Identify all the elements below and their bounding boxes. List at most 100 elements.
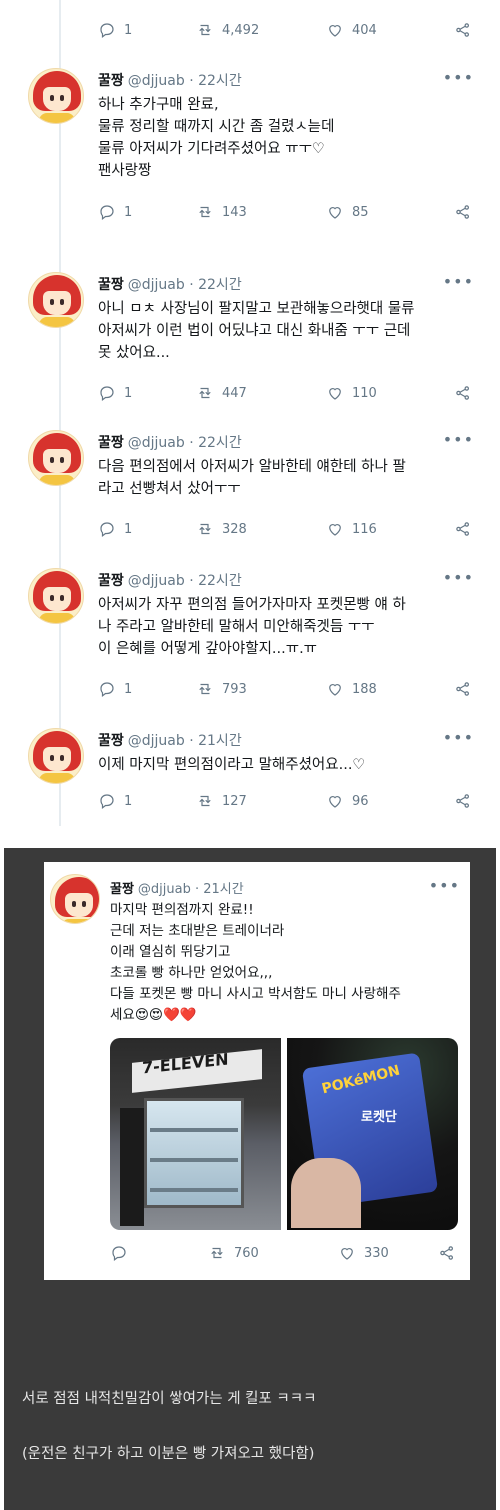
tweet[interactable]: 꿀짱 @djjuab · 22시간 ••• 아니 ㅁㅊ 사장님이 팔지말고 보관해… xyxy=(20,272,480,412)
tweet-header: 꿀짱 @djjuab · 22시간 xyxy=(98,274,242,294)
more-icon[interactable]: ••• xyxy=(443,272,474,291)
reply-icon xyxy=(100,682,114,697)
tweet-actions: 1 127 96 xyxy=(98,792,472,812)
reply-count: 1 xyxy=(124,204,133,220)
tweet-line: 다음 편의점에서 아저씨가 알바한테 얘한테 하나 팔 xyxy=(98,459,406,475)
share-icon xyxy=(456,682,470,696)
display-name[interactable]: 꿀짱 xyxy=(98,73,124,89)
retweet-button[interactable]: 328 xyxy=(196,520,247,538)
tweet-line: 물류 정리할 때까지 시간 좀 걸렸ㅅ늗데 xyxy=(98,119,335,135)
retweet-button[interactable]: 760 xyxy=(208,1244,259,1262)
avatar[interactable] xyxy=(28,272,84,328)
reply-count: 1 xyxy=(124,22,133,38)
share-button[interactable] xyxy=(454,21,472,39)
like-button[interactable]: 188 xyxy=(326,680,377,698)
tweet-header: 꿀짱 @djjuab · 22시간 xyxy=(98,432,242,452)
retweet-button[interactable]: 447 xyxy=(196,384,247,402)
like-count: 116 xyxy=(352,521,377,537)
avatar[interactable] xyxy=(28,568,84,624)
tweet-top-partial: 1 4,492 404 xyxy=(20,0,480,44)
more-icon[interactable]: ••• xyxy=(443,430,474,449)
reply-icon xyxy=(100,794,114,809)
like-count: 96 xyxy=(352,793,369,809)
tweet-text: 마지막 편의점까지 완료!! 근데 저는 초대받은 트레이너라 이래 열심히 뛰… xyxy=(110,900,462,1026)
tweet-header: 꿀짱 @djjuab · 21시간 xyxy=(110,878,244,897)
tweet-photos: 7-ELEVEN POKéMON 로켓단 xyxy=(110,1038,458,1230)
tweet-text: 다음 편의점에서 아저씨가 알바한테 얘한테 하나 팔 라고 선빵쳐서 샀어ㅜㅜ xyxy=(98,456,472,500)
reply-button[interactable]: 1 xyxy=(98,680,132,698)
avatar[interactable] xyxy=(28,68,84,124)
like-count: 188 xyxy=(352,681,377,697)
final-tweet-card[interactable]: 꿀짱 @djjuab · 21시간 ••• 마지막 편의점까지 완료!! 근데 저… xyxy=(44,862,470,1280)
like-button[interactable]: 330 xyxy=(338,1244,389,1262)
tweet-actions: 1 793 188 xyxy=(98,680,472,700)
tweet[interactable]: 꿀짱 @djjuab · 22시간 ••• 하나 추가구매 완료, 물류 정리할 … xyxy=(20,68,480,228)
tweet-text: 하나 추가구매 완료, 물류 정리할 때까지 시간 좀 걸렸ㅅ늗데 물류 아저씨… xyxy=(98,94,472,182)
heart-icon xyxy=(329,684,341,696)
share-button[interactable] xyxy=(438,1244,456,1262)
like-button[interactable]: 85 xyxy=(326,203,369,221)
tweet-line: 아니 ㅁㅊ 사장님이 팔지말고 보관해놓으라햇대 물류 xyxy=(98,301,415,317)
retweet-count: 447 xyxy=(222,385,247,401)
display-name[interactable]: 꿀짱 xyxy=(98,733,124,749)
share-icon xyxy=(456,23,470,37)
share-button[interactable] xyxy=(454,203,472,221)
like-button[interactable]: 110 xyxy=(326,384,377,402)
like-button[interactable]: 96 xyxy=(326,792,369,810)
reply-button[interactable]: 1 xyxy=(98,21,132,39)
photo-convenience-store[interactable]: 7-ELEVEN xyxy=(110,1038,281,1230)
share-icon xyxy=(456,386,470,400)
display-name[interactable]: 꿀짱 xyxy=(98,435,124,451)
reply-button[interactable]: 1 xyxy=(98,384,132,402)
more-icon[interactable]: ••• xyxy=(443,728,474,747)
reply-button[interactable]: 1 xyxy=(98,520,132,538)
share-icon xyxy=(456,794,470,808)
retweet-count: 143 xyxy=(222,204,247,220)
retweet-button[interactable]: 793 xyxy=(196,680,247,698)
share-button[interactable] xyxy=(454,384,472,402)
more-icon[interactable]: ••• xyxy=(443,568,474,587)
share-icon xyxy=(456,205,470,219)
avatar[interactable] xyxy=(28,430,84,486)
like-count: 110 xyxy=(352,385,377,401)
avatar[interactable] xyxy=(28,728,84,784)
like-button[interactable]: 116 xyxy=(326,520,377,538)
tweet[interactable]: 꿀짱 @djjuab · 21시간 ••• 이제 마지막 편의점이라고 말해주셨어… xyxy=(20,728,480,824)
share-button[interactable] xyxy=(454,680,472,698)
retweet-button[interactable]: 143 xyxy=(196,203,247,221)
tweet[interactable]: 꿀짱 @djjuab · 22시간 ••• 아저씨가 자꾸 편의점 들어가자마자 … xyxy=(20,568,480,708)
retweet-icon xyxy=(199,795,211,807)
more-icon[interactable]: ••• xyxy=(429,876,460,895)
photo-pokemon-bread[interactable]: POKéMON 로켓단 xyxy=(287,1038,458,1230)
more-icon[interactable]: ••• xyxy=(443,68,474,87)
share-button[interactable] xyxy=(454,520,472,538)
display-name[interactable]: 꿀짱 xyxy=(110,882,134,897)
display-name[interactable]: 꿀짱 xyxy=(98,573,124,589)
like-count: 330 xyxy=(364,1245,389,1261)
retweet-button[interactable]: 4,492 xyxy=(196,21,259,39)
share-button[interactable] xyxy=(454,792,472,810)
display-name[interactable]: 꿀짱 xyxy=(98,277,124,293)
tweet[interactable]: 꿀짱 @djjuab · 22시간 ••• 다음 편의점에서 아저씨가 알바한테 … xyxy=(20,430,480,550)
tweet-line: 나 주라고 알바한테 말해서 미안해죽겟듬 ㅜㅜ xyxy=(98,619,375,635)
heart-icon xyxy=(329,388,341,400)
avatar[interactable] xyxy=(50,874,100,924)
reply-button[interactable] xyxy=(110,1244,128,1262)
reply-count: 1 xyxy=(124,681,133,697)
handle-time: @djjuab · 22시간 xyxy=(127,435,242,451)
heart-icon xyxy=(341,1248,353,1260)
handle-time: @djjuab · 22시간 xyxy=(127,573,242,589)
heart-icon xyxy=(329,25,341,37)
tweet-actions: 760 330 xyxy=(110,1244,456,1264)
share-icon xyxy=(440,1246,454,1260)
tweet-line: 다들 포켓몬 빵 마니 사시고 박서함도 마니 사랑해주 xyxy=(110,986,401,1002)
share-icon xyxy=(456,522,470,536)
retweet-button[interactable]: 127 xyxy=(196,792,247,810)
like-button[interactable]: 404 xyxy=(326,21,377,39)
reply-button[interactable]: 1 xyxy=(98,792,132,810)
like-count: 404 xyxy=(352,22,377,38)
tweet-line: 이래 열심히 뛰당기고 xyxy=(110,944,231,960)
tweet-line: 근데 저는 초대받은 트레이너라 xyxy=(110,923,285,939)
reply-button[interactable]: 1 xyxy=(98,203,132,221)
tweet-actions: 1 447 110 xyxy=(98,384,472,404)
